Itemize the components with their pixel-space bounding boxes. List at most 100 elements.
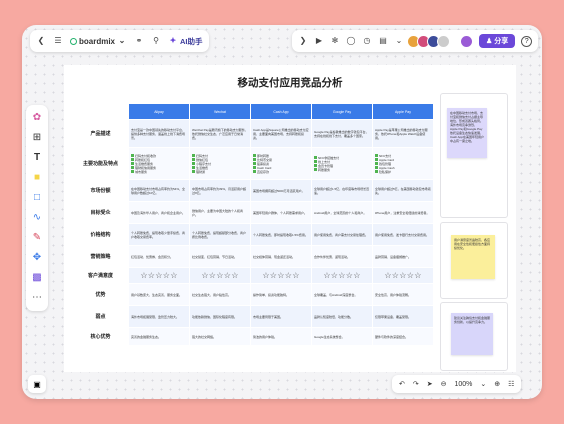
table-cell[interactable]: 支付宝是一款中国领先的移动支付平台，提供多种支付服务，涵盖线上线下消费场景。 bbox=[128, 119, 190, 148]
sticky-note[interactable]: 在中国移动支付市场，支付宝和微信支付占据主导地位，形成双寡头格局。 海外市场竞争… bbox=[447, 108, 487, 158]
table-cell[interactable]: 微信用户，主要为中国大陆的个人和商户。 bbox=[189, 201, 251, 224]
table-cell[interactable]: Google Pay是谷歌推出的数字钱包平台，支持在线和线下支付，覆盖多个国家。 bbox=[311, 119, 373, 148]
table-cell[interactable]: 个人转账免费，提现超额部分收费，商户按比例收费。 bbox=[189, 223, 251, 246]
search-icon[interactable]: ⚲ bbox=[151, 36, 161, 46]
sticky-note-icon[interactable]: ■ bbox=[31, 171, 43, 183]
table-cell[interactable]: Android用户，全球范围的个人和商户。 bbox=[311, 201, 373, 224]
table-cell[interactable]: 全球用户超过1.5亿，在印度等市场增长迅速。 bbox=[311, 179, 373, 202]
table-cell[interactable]: 用户使用免费，发卡银行支付交易费用。 bbox=[372, 223, 434, 246]
brand-name: boardmix bbox=[79, 36, 116, 46]
more-tools-icon[interactable]: ⋯ bbox=[31, 291, 43, 303]
table-cell[interactable]: 扫码支付 微信红包 小程序支付 生活缴费 理财通 bbox=[189, 147, 251, 180]
table-cell[interactable]: Cash App是Square公司推出的移动支付应用，主要面向美国市场，支持转账… bbox=[250, 119, 312, 148]
table-cell[interactable]: 强大的社交网络。 bbox=[189, 327, 251, 346]
zoom-out-icon[interactable]: ⊖ bbox=[441, 380, 447, 388]
current-user-avatar[interactable] bbox=[460, 34, 473, 48]
table-cell[interactable]: 社交生态强大，用户粘性高。 bbox=[189, 283, 251, 306]
table-cell[interactable]: Google生态系统整合。 bbox=[311, 327, 373, 346]
sticky-note-text: 用户满意度普遍较高，各应用在安全性和便捷性方面持续优化。 bbox=[454, 238, 491, 250]
text-icon[interactable]: T bbox=[31, 151, 43, 163]
template-icon[interactable]: ▩ bbox=[31, 271, 43, 283]
more-chevron-icon[interactable]: ⌄ bbox=[394, 36, 404, 46]
frame-icon[interactable]: ⊞ bbox=[31, 131, 43, 143]
rating-stars[interactable]: ☆☆☆☆☆ bbox=[250, 267, 312, 284]
table-cell[interactable]: 用户使用免费，商户需支付交易处理费。 bbox=[311, 223, 373, 246]
pen-icon[interactable]: ✎ bbox=[31, 231, 43, 243]
table-cell[interactable]: 扫码支付和收款 转账和红包 生活缴费服务 理财和信用服务 城市服务 bbox=[128, 147, 190, 180]
chevron-right-icon[interactable]: ❯ bbox=[298, 36, 308, 46]
table-cell[interactable]: 海外市场拓展受限，监管压力较大。 bbox=[128, 305, 190, 328]
table-cell[interactable]: 美国市场拥有超过5000万月活跃用户。 bbox=[250, 179, 312, 202]
note-card[interactable]: 用户满意度普遍较高，各应用在安全性和便捷性方面持续优化。 bbox=[440, 222, 508, 299]
zoom-level[interactable]: 100% bbox=[455, 381, 473, 388]
table-cell[interactable]: 功能依赖微信，国际化程度有限。 bbox=[189, 305, 251, 328]
table-cell[interactable]: 品牌认知度较低，功能分散。 bbox=[311, 305, 373, 328]
book-icon[interactable]: ☷ bbox=[508, 380, 514, 388]
note-card[interactable]: 在中国移动支付市场，支付宝和微信支付占据主导地位，形成双寡头格局。 海外市场竞争… bbox=[440, 93, 508, 218]
note-card[interactable]: 建议关注跨境支付和金融服务创新，以提升竞争力。 bbox=[440, 302, 508, 371]
table-cell[interactable]: NFC支付 Apple Card 钱包管理 Apple Cash 隐私保护 bbox=[372, 147, 434, 180]
table-cell[interactable]: 美国年轻用户群体，个人转账需求用户。 bbox=[250, 201, 312, 224]
rating-stars[interactable]: ☆☆☆☆☆ bbox=[372, 267, 434, 284]
table-cell[interactable]: 个人转账免费，即时提现收取1.5%费用。 bbox=[250, 223, 312, 246]
present-icon[interactable]: ▤ bbox=[378, 36, 388, 46]
table-cell[interactable]: WeChat Pay是腾讯旗下的移动支付服务，依托微信社交生态，广泛应用于日常消… bbox=[189, 119, 251, 148]
chevron-down-icon[interactable]: ⌄ bbox=[480, 380, 486, 388]
table-cell[interactable]: 硬件与软件的深度结合。 bbox=[372, 327, 434, 346]
row-label: 产品描述 bbox=[72, 119, 129, 148]
table-cell[interactable]: 合作伙伴优惠、返现活动。 bbox=[311, 245, 373, 268]
table-cell[interactable]: 中国及海外华人用户，商户和企业用户。 bbox=[128, 201, 190, 224]
shape-icon[interactable]: □ bbox=[31, 191, 43, 203]
table-cell[interactable]: 用户基数庞大，生态完善，服务全面。 bbox=[128, 283, 190, 306]
sticky-note[interactable]: 用户满意度普遍较高，各应用在安全性和便捷性方面持续优化。 bbox=[451, 235, 495, 279]
table-cell[interactable]: 市场主要局限于美国。 bbox=[250, 305, 312, 328]
share-button[interactable]: ♟ 分享 bbox=[479, 34, 516, 48]
table-cell[interactable]: Apple Pay是苹果公司推出的移动支付服务，依托iPhone和Apple W… bbox=[372, 119, 434, 148]
table-cell[interactable]: NFC非接触支付 线上支付 会员卡管理 转账服务 bbox=[311, 147, 373, 180]
tag-icon[interactable]: ⚭ bbox=[134, 36, 144, 46]
rating-stars[interactable]: ☆☆☆☆☆ bbox=[189, 267, 251, 284]
table-cell[interactable]: 操作简单，投资功能独特。 bbox=[250, 283, 312, 306]
table-cell[interactable]: 全球用户超过5亿，在美国移动钱包市场领先。 bbox=[372, 179, 434, 202]
sticky-note[interactable]: 建议关注跨境支付和金融服务创新，以提升竞争力。 bbox=[451, 313, 493, 355]
redo-icon[interactable]: ↷ bbox=[413, 380, 419, 388]
zoom-in-icon[interactable]: ⊕ bbox=[494, 380, 500, 388]
table-cell[interactable]: 社交裂变、红包营销、节日活动。 bbox=[189, 245, 251, 268]
palette-icon[interactable]: ✿ bbox=[31, 111, 43, 123]
table-cell[interactable]: 即时转账 比特币交易 股票投资 Cash Card 直接存款 bbox=[250, 147, 312, 180]
select-cursor-icon[interactable]: ➤ bbox=[427, 380, 433, 388]
table-row: 客户满意度 ☆☆☆☆☆ ☆☆☆☆☆ ☆☆☆☆☆ ☆☆☆☆☆ ☆☆☆☆☆ bbox=[72, 267, 434, 284]
column-header: Alipay bbox=[128, 103, 190, 120]
table-cell[interactable]: 个人转账免费，提现收取少量手续费，商户收取交易费率。 bbox=[128, 223, 190, 246]
help-button[interactable]: ? bbox=[521, 35, 533, 47]
avatar bbox=[437, 34, 450, 48]
magic-icon[interactable]: ✻ bbox=[330, 36, 340, 46]
play-icon[interactable]: ▶ bbox=[314, 36, 324, 46]
left-tool-sidebar: ✿ ⊞ T ■ □ ∿ ✎ ✥ ▩ ⋯ bbox=[26, 105, 48, 311]
collaborator-avatars[interactable] bbox=[407, 34, 450, 48]
undo-icon[interactable]: ↶ bbox=[399, 380, 405, 388]
chevron-left-icon[interactable]: ❮ bbox=[36, 36, 46, 46]
table-cell[interactable]: 简洁的用户体验。 bbox=[250, 327, 312, 346]
table-cell[interactable]: 红包活动、优惠券、会员积分。 bbox=[128, 245, 190, 268]
table-cell[interactable]: 中国市场占有率约为39%，月活跃用户超过9亿。 bbox=[189, 179, 251, 202]
table-cell[interactable]: 社交媒体营销、现金返还活动。 bbox=[250, 245, 312, 268]
ai-assistant-button[interactable]: ✦ AI助手 bbox=[168, 36, 203, 47]
rating-stars[interactable]: ☆☆☆☆☆ bbox=[311, 267, 373, 284]
table-cell[interactable]: 全球覆盖，与Android深度整合。 bbox=[311, 283, 373, 306]
table-cell[interactable]: iPhone用户，注重安全和便捷的消费者。 bbox=[372, 201, 434, 224]
table-cell[interactable]: 安全性高，用户体验流畅。 bbox=[372, 283, 434, 306]
connector-icon[interactable]: ∿ bbox=[31, 211, 43, 223]
whiteboard-canvas[interactable]: 移动支付应用竞品分析 Alipay Wechat Cash App Google Pa… bbox=[64, 65, 516, 372]
table-cell[interactable]: 完善的金融服务生态。 bbox=[128, 327, 190, 346]
minimap-button[interactable]: ▣ bbox=[28, 375, 46, 393]
table-cell[interactable]: 品牌营销、设备捆绑推广。 bbox=[372, 245, 434, 268]
mindmap-icon[interactable]: ✥ bbox=[31, 251, 43, 263]
timer-icon[interactable]: ◷ bbox=[362, 36, 372, 46]
hamburger-menu-icon[interactable]: ☰ bbox=[53, 36, 63, 46]
rating-stars[interactable]: ☆☆☆☆☆ bbox=[128, 267, 190, 284]
table-cell[interactable]: 在中国移动支付市场占有率约为54%，全球用户数超过10亿。 bbox=[128, 179, 190, 202]
table-cell[interactable]: 仅限苹果设备，覆盖受限。 bbox=[372, 305, 434, 328]
brand-logo[interactable]: boardmix ⌄ bbox=[70, 36, 127, 46]
comment-icon[interactable]: ◯ bbox=[346, 36, 356, 46]
